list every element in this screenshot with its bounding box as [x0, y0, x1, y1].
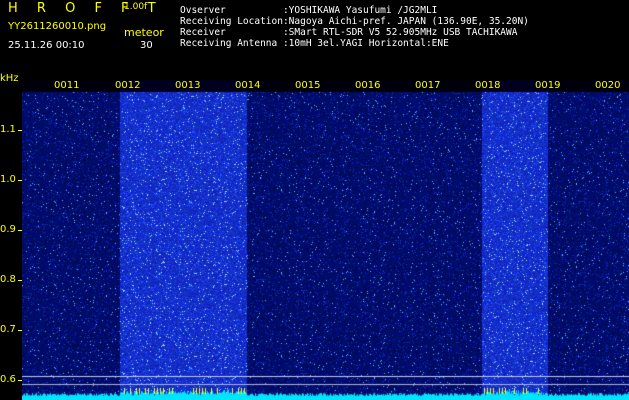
timestamp-label: 25.11.26 00:10	[8, 40, 85, 51]
minute-label: 0020	[595, 80, 621, 91]
frequency-unit-label: kHz	[0, 73, 19, 84]
minute-label: 0015	[295, 80, 321, 91]
minute-label: 0011	[54, 80, 80, 91]
y-tick-label: 0.9	[0, 224, 16, 235]
version-label: 1.00f	[124, 2, 148, 12]
info-row-observer: Ovserver :YOSHIKAWA Yasufumi /JG2MLI	[180, 5, 529, 16]
y-tick-label: 0.6	[0, 374, 16, 385]
minute-label: 0017	[415, 80, 441, 91]
minute-label: 0019	[535, 80, 561, 91]
info-row-antenna: Receiving Antenna :10mH 3el.YAGI Horizon…	[180, 38, 529, 49]
info-row-location: Receiving Location:Nagoya Aichi-pref. JA…	[180, 16, 529, 27]
info-key: Receiver	[180, 27, 283, 38]
y-tick-label: 1.1	[0, 124, 16, 135]
info-value: :SMart RTL-SDR V5 52.905MHz USB TACHIKAW…	[282, 27, 518, 38]
info-value: :Nagoya Aichi-pref. JAPAN (136.90E, 35.2…	[282, 16, 529, 27]
minute-label: 0018	[475, 80, 501, 91]
filename-label: YY2611260010.png	[8, 21, 107, 32]
info-value: :10mH 3el.YAGI Horizontal:ENE	[282, 38, 449, 49]
meteor-count: 30	[140, 40, 153, 51]
info-key: Receiving Location	[180, 16, 283, 27]
minute-label: 0014	[235, 80, 261, 91]
spectrogram-canvas	[22, 80, 629, 400]
info-key: Receiving Antenna	[180, 38, 283, 49]
info-row-receiver: Receiver :SMart RTL-SDR V5 52.905MHz USB…	[180, 27, 529, 38]
y-tick-label: 1.0	[0, 174, 16, 185]
minute-label: 0013	[175, 80, 201, 91]
minute-label: 0012	[115, 80, 141, 91]
y-tick-label: 0.8	[0, 274, 16, 285]
info-key: Ovserver	[180, 5, 283, 16]
spectrogram-plot: 0011 0012 0013 0014 0015 0016 0017 0018 …	[22, 80, 629, 400]
info-value: :YOSHIKAWA Yasufumi /JG2MLI	[282, 5, 438, 16]
y-tick-label: 0.7	[0, 324, 16, 335]
hroft-window: H R O F F T 1.00f YY2611260010.png 25.11…	[0, 0, 629, 400]
station-info: Ovserver :YOSHIKAWA Yasufumi /JG2MLI Rec…	[180, 5, 529, 49]
minute-label: 0016	[355, 80, 381, 91]
meteor-label: meteor	[124, 26, 164, 39]
